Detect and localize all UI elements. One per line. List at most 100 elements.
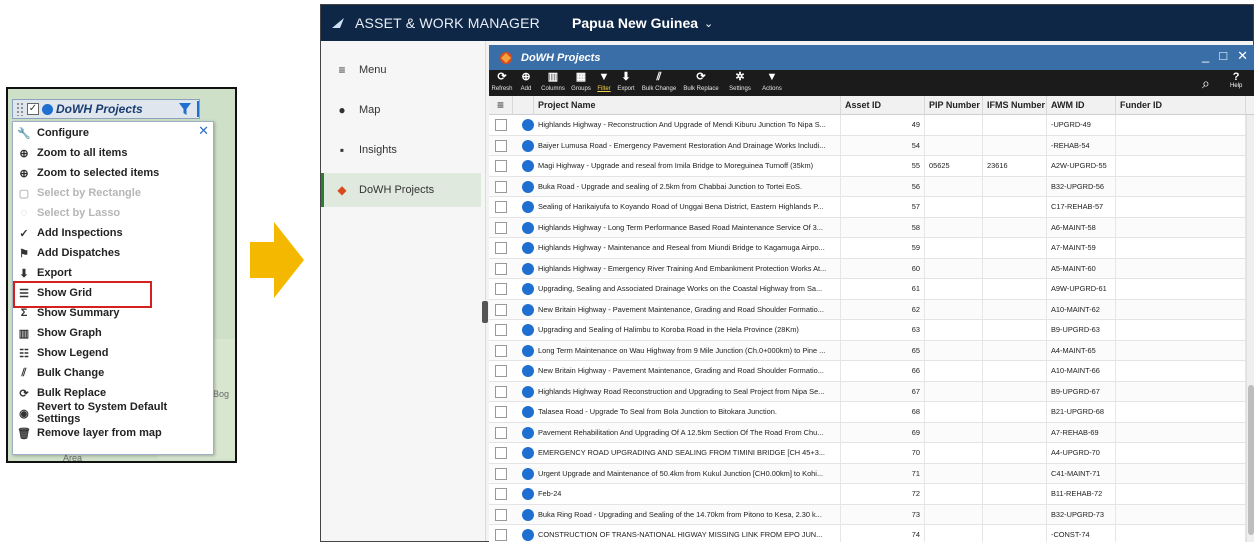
toolbar-groups-button[interactable]: ▦ Groups: [569, 71, 593, 95]
toolbar-refresh-button[interactable]: ⟳ Refresh: [491, 71, 513, 95]
table-row[interactable]: Upgrading, Sealing and Associated Draina…: [489, 279, 1246, 300]
row-checkbox[interactable]: [495, 426, 507, 439]
row-checkbox[interactable]: [495, 508, 507, 521]
row-checkbox[interactable]: [495, 201, 507, 213]
minimize-button[interactable]: _: [1202, 48, 1209, 64]
menu-item-zoom-to-selected-items[interactable]: ⊕ Zoom to selected items: [17, 164, 159, 182]
close-button[interactable]: ✕: [1237, 48, 1248, 64]
status-dot-icon: [522, 385, 534, 398]
row-checkbox[interactable]: [495, 119, 507, 131]
toolbar-settings-button[interactable]: ✲ Settings: [725, 71, 755, 95]
table-row[interactable]: Pavement Rehabilitation And Upgrading Of…: [489, 422, 1246, 443]
toolbar-actions-button[interactable]: ▼ Actions: [757, 71, 787, 95]
menu-item-bulk-replace[interactable]: ⟳ Bulk Replace: [17, 384, 106, 402]
filter-icon[interactable]: [178, 102, 192, 116]
layer-name[interactable]: DoWH Projects: [56, 102, 175, 116]
table-row[interactable]: New Britain Highway - Pavement Maintenan…: [489, 361, 1246, 382]
table-row[interactable]: Highlands Highway Road Reconstruction an…: [489, 381, 1246, 402]
menu-item-select-by-lasso[interactable]: ◌ Select by Lasso: [17, 204, 120, 222]
layer-visibility-checkbox[interactable]: ✓: [27, 103, 39, 115]
cell-name: Highlands Highway - Maintenance and Rese…: [534, 238, 841, 258]
column-header[interactable]: Funder ID: [1116, 96, 1246, 115]
table-row[interactable]: Upgrading and Sealing of Halimbu to Koro…: [489, 320, 1246, 341]
legend-icon: ☷: [19, 347, 29, 360]
column-header[interactable]: ≡: [489, 96, 513, 115]
table-row[interactable]: Buka Ring Road - Upgrading and Sealing o…: [489, 504, 1246, 525]
row-checkbox[interactable]: [495, 283, 507, 295]
row-checkbox[interactable]: [495, 221, 507, 234]
sidebar-item-dowh-projects[interactable]: ◆ DoWH Projects: [321, 173, 481, 207]
menu-item-export[interactable]: ⬇ Export: [17, 264, 71, 282]
sidebar-item-menu[interactable]: ≡ Menu: [321, 53, 481, 87]
cell-funder-id: [1116, 299, 1246, 320]
drag-handle-icon[interactable]: [16, 102, 24, 116]
toolbar-add-button[interactable]: ⊕ Add: [515, 71, 537, 95]
scrollbar-thumb[interactable]: [1248, 385, 1254, 535]
toolbar-bulk-change-button[interactable]: ⫽ Bulk Change: [641, 71, 677, 95]
vertical-scrollbar[interactable]: [1246, 115, 1254, 542]
row-checkbox[interactable]: [495, 160, 507, 172]
table-row[interactable]: Highlands Highway - Long Term Performanc…: [489, 217, 1246, 238]
menu-item-configure[interactable]: 🔧 Configure: [17, 124, 89, 142]
sidebar-item-map[interactable]: ● Map: [321, 93, 481, 127]
row-checkbox[interactable]: [495, 139, 507, 152]
menu-item-revert-to-system-default-settings[interactable]: ◉ Revert to System Default Settings: [17, 401, 213, 425]
search-icon[interactable]: ⌕: [1202, 75, 1210, 92]
chevron-down-icon[interactable]: ⌄: [704, 17, 713, 30]
column-header[interactable]: Project Name: [534, 96, 841, 115]
row-checkbox[interactable]: [495, 467, 507, 480]
row-checkbox[interactable]: [495, 242, 507, 254]
column-header[interactable]: PIP Number: [925, 96, 983, 115]
table-row[interactable]: Highlands Highway - Reconstruction And U…: [489, 115, 1246, 136]
toolbar-bulk-replace-button[interactable]: ⟳ Bulk Replace: [679, 71, 723, 95]
table-row[interactable]: Feb-24 72 B11-REHAB-72: [489, 484, 1246, 505]
layer-header[interactable]: ✓ DoWH Projects: [12, 99, 200, 119]
row-checkbox[interactable]: [495, 324, 507, 336]
sidebar-item-insights[interactable]: ▪ Insights: [321, 133, 481, 167]
table-row[interactable]: Highlands Highway - Maintenance and Rese…: [489, 238, 1246, 259]
menu-item-zoom-to-all-items[interactable]: ⊕ Zoom to all items: [17, 144, 127, 162]
table-row[interactable]: Baiyer Lumusa Road - Emergency Pavement …: [489, 135, 1246, 156]
close-icon[interactable]: ✕: [198, 123, 209, 139]
row-checkbox[interactable]: [495, 180, 507, 193]
row-checkbox[interactable]: [495, 344, 507, 357]
toolbar-filter-button[interactable]: ▼ Filter: [595, 71, 613, 95]
table-row[interactable]: Highlands Highway - Emergency River Trai…: [489, 258, 1246, 279]
row-checkbox[interactable]: [495, 488, 507, 500]
maximize-button[interactable]: □: [1219, 48, 1227, 64]
table-row[interactable]: CONSTRUCTION OF TRANS-NATIONAL HIGWAY MI…: [489, 525, 1246, 542]
toolbar-export-button[interactable]: ⬇ Export: [615, 71, 637, 95]
table-row[interactable]: Buka Road - Upgrade and sealing of 2.5km…: [489, 176, 1246, 197]
row-checkbox[interactable]: [495, 303, 507, 316]
table-row[interactable]: New Britain Highway - Pavement Maintenan…: [489, 299, 1246, 320]
column-header[interactable]: AWM ID: [1047, 96, 1116, 115]
column-header[interactable]: [513, 96, 534, 115]
row-checkbox[interactable]: [495, 447, 507, 459]
panel-splitter-handle[interactable]: [482, 301, 488, 323]
row-checkbox[interactable]: [495, 365, 507, 377]
table-row[interactable]: EMERGENCY ROAD UPGRADING AND SEALING FRO…: [489, 443, 1246, 464]
column-header[interactable]: Asset ID: [841, 96, 925, 115]
table-row[interactable]: Magi Highway - Upgrade and reseal from I…: [489, 156, 1246, 177]
row-checkbox[interactable]: [495, 529, 507, 541]
menu-item-bulk-change[interactable]: ⫽ Bulk Change: [17, 364, 105, 382]
table-row[interactable]: Long Term Maintenance on Wau Highway fro…: [489, 340, 1246, 361]
row-checkbox[interactable]: [495, 385, 507, 398]
table-row[interactable]: Sealing of Harikaiyufa to Koyando Road o…: [489, 197, 1246, 218]
menu-item-remove-layer-from-map[interactable]: 🗑 Remove layer from map: [17, 424, 162, 442]
menu-item-select-by-rectangle[interactable]: ▢ Select by Rectangle: [17, 184, 141, 202]
menu-item-add-dispatches[interactable]: ⚑ Add Dispatches: [17, 244, 120, 262]
table-row[interactable]: Urgent Upgrade and Maintenance of 50.4km…: [489, 463, 1246, 484]
toolbar-columns-button[interactable]: ▥ Columns: [539, 71, 567, 95]
menu-item-add-inspections[interactable]: ✓ Add Inspections: [17, 224, 122, 242]
cell-ifms: [983, 463, 1047, 484]
country-selector[interactable]: Papua New Guinea: [572, 15, 698, 31]
table-row[interactable]: Talasea Road - Upgrade To Seal from Bola…: [489, 402, 1246, 423]
row-checkbox[interactable]: [495, 262, 507, 275]
cell-awm: A10-MAINT-66: [1047, 361, 1116, 381]
menu-item-show-graph[interactable]: ▥ Show Graph: [17, 324, 102, 342]
help-button[interactable]: ? Help: [1230, 71, 1242, 89]
row-checkbox[interactable]: [495, 406, 507, 418]
column-header[interactable]: IFMS Number: [983, 96, 1047, 115]
menu-item-show-legend[interactable]: ☷ Show Legend: [17, 344, 108, 362]
